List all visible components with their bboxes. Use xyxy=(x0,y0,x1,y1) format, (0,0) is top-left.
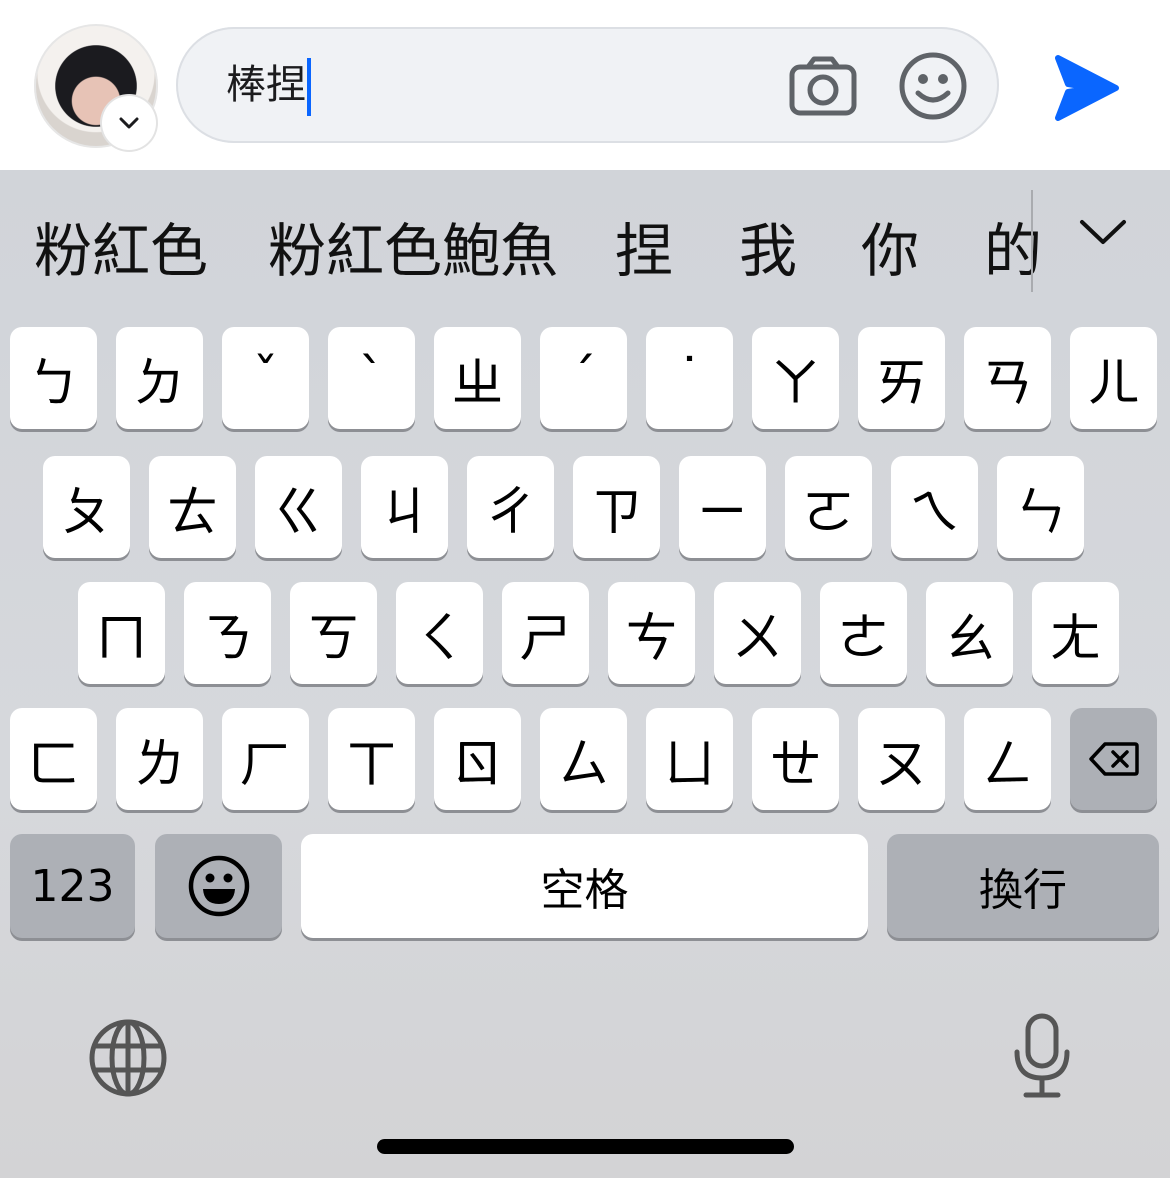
message-input-value: 棒捏 xyxy=(226,62,306,108)
key[interactable]: ㄅ xyxy=(10,327,97,429)
key[interactable]: ㄕ xyxy=(502,582,589,684)
key[interactable]: ㄊ xyxy=(149,456,236,558)
candidate-item[interactable]: 的 xyxy=(984,216,1042,286)
key[interactable]: ㄈ xyxy=(10,708,97,810)
key[interactable]: ˙ xyxy=(646,327,733,429)
key[interactable]: ㄠ xyxy=(926,582,1013,684)
key[interactable]: ㄘ xyxy=(608,582,695,684)
key[interactable]: ㄧ xyxy=(679,456,766,558)
key[interactable]: ㄨ xyxy=(714,582,801,684)
key[interactable]: ㄢ xyxy=(964,327,1051,429)
globe-icon[interactable] xyxy=(88,1018,168,1098)
send-arrow-icon[interactable] xyxy=(1052,52,1120,124)
candidate-item[interactable]: 粉紅色 xyxy=(34,216,208,286)
key[interactable]: ㄗ xyxy=(573,456,660,558)
home-indicator xyxy=(377,1139,794,1154)
key[interactable]: ㄡ xyxy=(858,708,945,810)
key[interactable]: ㄤ xyxy=(1032,582,1119,684)
key[interactable]: ㄓ xyxy=(434,327,521,429)
candidate-bar: 粉紅色 粉紅色鮑魚 捏 我 你 的 xyxy=(0,170,1170,320)
chevron-down-icon[interactable] xyxy=(1078,216,1128,246)
candidate-item[interactable]: 我 xyxy=(739,216,797,286)
key[interactable]: ㄐ xyxy=(361,456,448,558)
candidate-item[interactable]: 你 xyxy=(861,216,919,286)
key[interactable]: ㄒ xyxy=(328,708,415,810)
message-input-text[interactable]: 棒捏 xyxy=(226,57,311,116)
key[interactable]: ㄎ xyxy=(290,582,377,684)
key[interactable]: ㄦ xyxy=(1070,327,1157,429)
key[interactable]: ㄏ xyxy=(222,708,309,810)
key[interactable]: ㄟ xyxy=(891,456,978,558)
candidate-item[interactable]: 粉紅色鮑魚 xyxy=(268,216,558,286)
smiley-icon[interactable] xyxy=(898,51,968,121)
key[interactable]: ˋ xyxy=(328,327,415,429)
key[interactable]: ㄝ xyxy=(752,708,839,810)
microphone-icon[interactable] xyxy=(1012,1012,1072,1100)
key[interactable]: ㄚ xyxy=(752,327,839,429)
account-switch-button[interactable] xyxy=(102,96,156,150)
key[interactable]: ㄥ xyxy=(964,708,1051,810)
key[interactable]: ㄩ xyxy=(646,708,733,810)
key[interactable]: ˇ xyxy=(222,327,309,429)
key[interactable]: ˊ xyxy=(540,327,627,429)
key[interactable]: ㄞ xyxy=(858,327,945,429)
camera-icon[interactable] xyxy=(788,55,858,117)
key[interactable]: ㄑ xyxy=(396,582,483,684)
key[interactable]: ㄙ xyxy=(540,708,627,810)
key[interactable]: ㄜ xyxy=(820,582,907,684)
key[interactable]: ㄍ xyxy=(255,456,342,558)
candidate-divider xyxy=(1031,190,1033,292)
return-key[interactable]: 換行 xyxy=(887,834,1159,938)
key[interactable]: ㄔ xyxy=(467,456,554,558)
emoji-icon xyxy=(188,855,249,917)
key[interactable]: ㄛ xyxy=(785,456,872,558)
candidate-item[interactable]: 捏 xyxy=(615,216,673,286)
key[interactable]: ㄖ xyxy=(434,708,521,810)
key[interactable]: ㄉ xyxy=(116,327,203,429)
emoji-key[interactable] xyxy=(155,834,282,938)
message-input[interactable]: 棒捏 xyxy=(176,27,999,143)
message-composer: 棒捏 xyxy=(0,0,1170,170)
key[interactable]: ㄇ xyxy=(78,582,165,684)
delete-key[interactable] xyxy=(1070,708,1157,810)
key[interactable]: ㄋ xyxy=(184,582,271,684)
numbers-key[interactable]: 123 xyxy=(10,834,135,938)
space-key[interactable]: 空格 xyxy=(301,834,868,938)
key[interactable]: ㄣ xyxy=(997,456,1084,558)
chevron-down-icon xyxy=(119,117,139,129)
key[interactable]: ㄌ xyxy=(116,708,203,810)
backspace-icon xyxy=(1088,742,1139,776)
key[interactable]: ㄆ xyxy=(43,456,130,558)
text-caret xyxy=(307,58,311,116)
bopomofo-keyboard: 粉紅色 粉紅色鮑魚 捏 我 你 的 ㄅ ㄉ ˇ ˋ ㄓ ˊ ˙ ㄚ ㄞ ㄢ ㄦ … xyxy=(0,170,1170,1178)
